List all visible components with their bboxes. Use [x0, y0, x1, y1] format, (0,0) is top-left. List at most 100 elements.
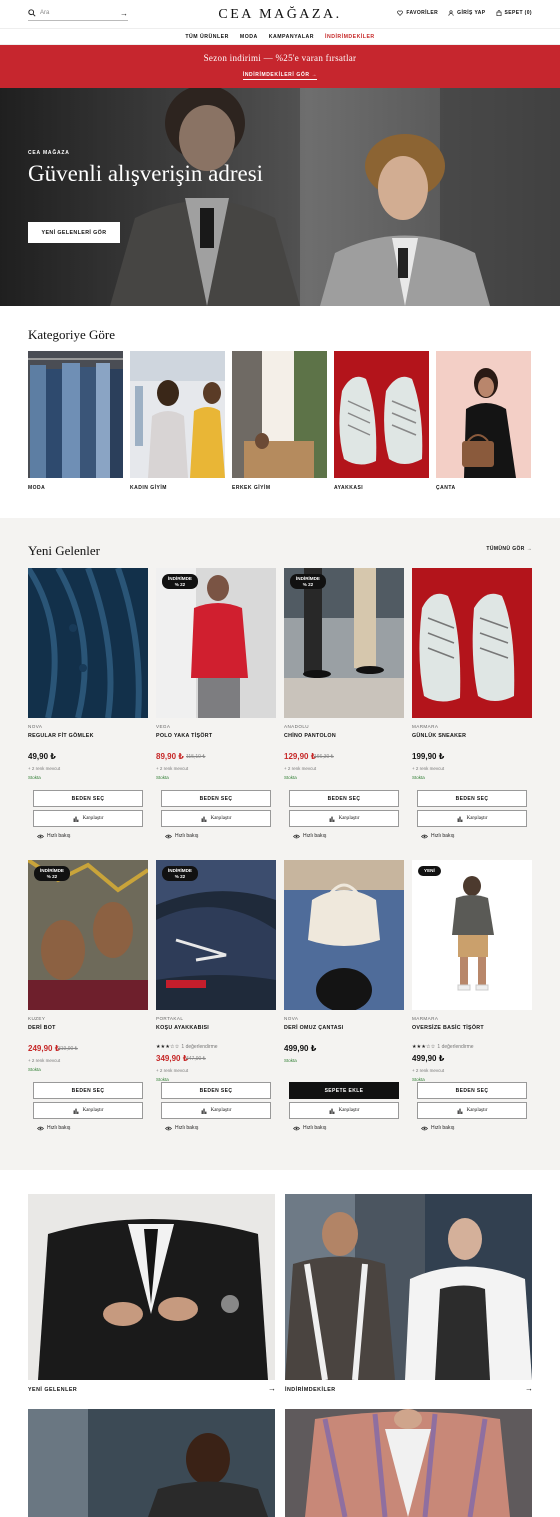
compare-button[interactable]: Karşılaştır: [33, 810, 143, 827]
nav-fashion[interactable]: MODA: [240, 34, 258, 40]
product-name[interactable]: DERİ OMUZ ÇANTASI: [284, 1025, 343, 1031]
category-label-fashion[interactable]: MODA: [28, 485, 45, 491]
select-size-button[interactable]: BEDEN SEÇ: [33, 790, 143, 807]
quick-view-label: Hızlı bakış: [431, 1125, 455, 1131]
category-card-fashion[interactable]: [28, 351, 123, 478]
quick-view-link[interactable]: Hızlı bakış: [293, 833, 326, 839]
favorites-label: FAVORİLER: [406, 10, 439, 16]
product-name[interactable]: KOŞU AYAKKABISI: [156, 1025, 209, 1031]
product-color-count: + 2 renk mevcut: [284, 766, 317, 771]
select-size-button[interactable]: BEDEN SEÇ: [161, 1082, 271, 1099]
compare-icon: [329, 1108, 334, 1114]
category-card-bags[interactable]: [436, 351, 531, 478]
nav-all-products[interactable]: TÜM ÜRÜNLER: [185, 34, 229, 40]
quick-view-link[interactable]: Hızlı bakış: [165, 1125, 198, 1131]
nav-campaigns[interactable]: KAMPANYALAR: [269, 34, 314, 40]
product-image[interactable]: İNDİRİMDE % 22: [28, 860, 148, 1010]
compare-label: Karşılaştır: [338, 1108, 360, 1113]
select-size-button[interactable]: BEDEN SEÇ: [161, 790, 271, 807]
banner-link[interactable]: İNDİRİMDEKİLERİ GÖR →: [242, 72, 318, 80]
compare-button[interactable]: Karşılaştır: [289, 1102, 399, 1119]
category-label-shoes[interactable]: AYAKKASI: [334, 485, 363, 491]
compare-button[interactable]: Karşılaştır: [33, 1102, 143, 1119]
promo-tile-sale[interactable]: [285, 1194, 532, 1380]
quick-view-link[interactable]: Hızlı bakış: [165, 833, 198, 839]
review-count: 1 değerlendirme: [181, 1044, 218, 1050]
cart-link[interactable]: SEPET (0): [496, 10, 533, 16]
product-image[interactable]: İNDİRİMDE % 22: [156, 568, 276, 718]
arrow-right-icon[interactable]: →: [525, 1384, 533, 1393]
select-size-button[interactable]: BEDEN SEÇ: [33, 1082, 143, 1099]
hero-cta-button[interactable]: YENİ GELENLERİ GÖR: [28, 222, 120, 243]
compare-label: Karşılaştır: [82, 1108, 104, 1113]
quick-view-link[interactable]: Hızlı bakış: [421, 1125, 454, 1131]
add-to-cart-button[interactable]: SEPETE EKLE: [289, 1082, 399, 1099]
product-image[interactable]: İNDİRİMDE % 22: [156, 860, 276, 1010]
product-image[interactable]: [28, 568, 148, 718]
category-label-bags[interactable]: ÇANTA: [436, 485, 456, 491]
compare-button[interactable]: Karşılaştır: [417, 1102, 527, 1119]
eye-icon: [37, 834, 44, 838]
category-card-shoes[interactable]: [334, 351, 429, 478]
product-stock: Stokta: [156, 775, 169, 780]
quick-view-link[interactable]: Hızlı bakış: [37, 833, 70, 839]
quick-view-label: Hızlı bakış: [431, 833, 455, 839]
quick-view-link[interactable]: Hızlı bakış: [293, 1125, 326, 1131]
product-badge: İNDİRİMDE % 22: [290, 574, 326, 589]
select-size-button[interactable]: BEDEN SEÇ: [417, 790, 527, 807]
compare-button[interactable]: Karşılaştır: [161, 1102, 271, 1119]
product-name[interactable]: REGULAR FİT GÖMLEK: [28, 733, 94, 739]
product-brand: NOVA: [284, 1016, 299, 1021]
nav-on-sale[interactable]: İNDİRİMDEKİLER: [325, 34, 375, 40]
category-label-women[interactable]: KADIN GİYİM: [130, 485, 167, 491]
compare-icon: [201, 1108, 206, 1114]
compare-button[interactable]: Karşılaştır: [417, 810, 527, 827]
product-photo: [284, 860, 404, 1010]
product-rating: ★★★☆☆ 1 değerlendirme: [412, 1044, 474, 1050]
product-name[interactable]: CHİNO PANTOLON: [284, 733, 336, 739]
product-name[interactable]: POLO YAKA TİŞÖRT: [156, 733, 212, 739]
compare-icon: [457, 1108, 462, 1114]
banner-text: Sezon indirimi — %25'e varan fırsatlar: [203, 53, 357, 63]
quick-view-link[interactable]: Hızlı bakış: [421, 833, 454, 839]
product-name[interactable]: DERİ BOT: [28, 1025, 56, 1031]
product-badge: YENİ: [418, 866, 441, 876]
site-header: Ara → CEA MAĞAZA. FAVORİLER GİRİŞ YAP SE…: [0, 0, 560, 28]
select-size-button[interactable]: BEDEN SEÇ: [289, 790, 399, 807]
product-color-count: + 2 renk mevcut: [412, 766, 445, 771]
product-image[interactable]: [412, 568, 532, 718]
heart-icon: [397, 10, 404, 16]
product-image[interactable]: [284, 860, 404, 1010]
quick-view-label: Hızlı bakış: [47, 833, 71, 839]
product-image[interactable]: YENİ: [412, 860, 532, 1010]
quick-view-link[interactable]: Hızlı bakış: [37, 1125, 70, 1131]
category-label-men[interactable]: ERKEK GİYİM: [232, 485, 271, 491]
compare-button[interactable]: Karşılaştır: [161, 810, 271, 827]
categories-title: Kategoriye Göre: [28, 327, 115, 342]
product-name[interactable]: GÜNLÜK SNEAKER: [412, 733, 466, 739]
product-brand: VEGA: [156, 724, 171, 729]
compare-label: Karşılaştır: [210, 816, 232, 821]
product-name[interactable]: OVERSİZE BASİC TİŞÖRT: [412, 1025, 484, 1031]
review-count: 1 değerlendirme: [437, 1044, 474, 1050]
promo-label-new[interactable]: YENİ GELENLER: [28, 1387, 77, 1393]
star-rating-icon: ★★★☆☆: [156, 1044, 180, 1050]
product-badge: İNDİRİMDE % 22: [34, 866, 70, 881]
eye-icon: [421, 834, 428, 838]
product-image[interactable]: İNDİRİMDE % 22: [284, 568, 404, 718]
category-card-men[interactable]: [232, 351, 327, 478]
login-link[interactable]: GİRİŞ YAP: [448, 10, 485, 16]
favorites-link[interactable]: FAVORİLER: [397, 10, 438, 16]
select-size-button[interactable]: BEDEN SEÇ: [417, 1082, 527, 1099]
promo-tile-3[interactable]: [28, 1409, 275, 1517]
promo-tile-new[interactable]: [28, 1194, 275, 1380]
see-all-link[interactable]: TÜMÜNÜ GÖR →: [486, 546, 532, 552]
product-photo: [28, 860, 148, 1010]
promo-label-sale[interactable]: İNDİRİMDEKİLER: [285, 1387, 336, 1393]
arrow-right-icon[interactable]: →: [268, 1384, 276, 1393]
category-image: [436, 351, 531, 478]
product-color-count: + 2 renk mevcut: [156, 766, 189, 771]
promo-tile-4[interactable]: [285, 1409, 532, 1517]
category-card-women[interactable]: [130, 351, 225, 478]
compare-button[interactable]: Karşılaştır: [289, 810, 399, 827]
